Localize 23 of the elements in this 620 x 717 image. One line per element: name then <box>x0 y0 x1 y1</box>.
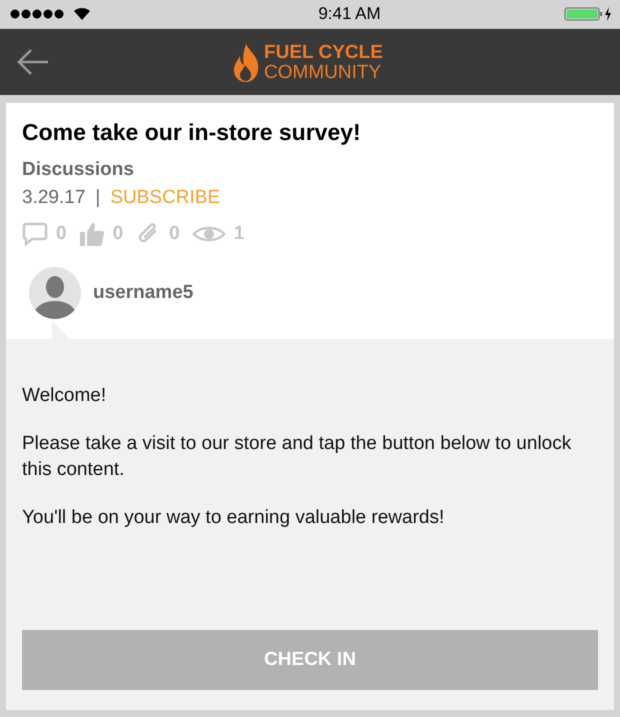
subscribe-link[interactable]: SUBSCRIBE <box>110 187 220 209</box>
stat-count: 1 <box>234 223 244 245</box>
battery-icon <box>564 6 612 22</box>
body-text: Please take a visit to our store and tap the button below to unlock this content. <box>22 432 572 482</box>
stat-count: 0 <box>56 223 67 245</box>
post-title: Come take our in-store survey! <box>22 119 362 146</box>
body-text: You'll be on your way to earning valuable rewards! <box>22 506 446 530</box>
flame-icon <box>232 44 260 82</box>
author-name: username5 <box>93 282 194 304</box>
logo-text: COMMUNITY <box>264 63 382 83</box>
separator: | <box>95 187 100 209</box>
speech-bubble-icon <box>22 222 48 246</box>
back-button[interactable] <box>16 47 50 77</box>
stat-count: 0 <box>112 223 124 245</box>
stat-count: 0 <box>169 223 180 245</box>
thumbs-up-icon <box>78 221 105 247</box>
category-label: Discussions <box>22 159 135 181</box>
body-text: Welcome! <box>22 384 108 408</box>
logo-text: FUEL CYCLE <box>264 43 383 63</box>
back-arrow-icon <box>16 47 50 77</box>
status-time: 9:41 AM <box>318 4 381 24</box>
post-date: 3.29.17 <box>22 187 86 209</box>
avatar-icon <box>29 267 81 319</box>
